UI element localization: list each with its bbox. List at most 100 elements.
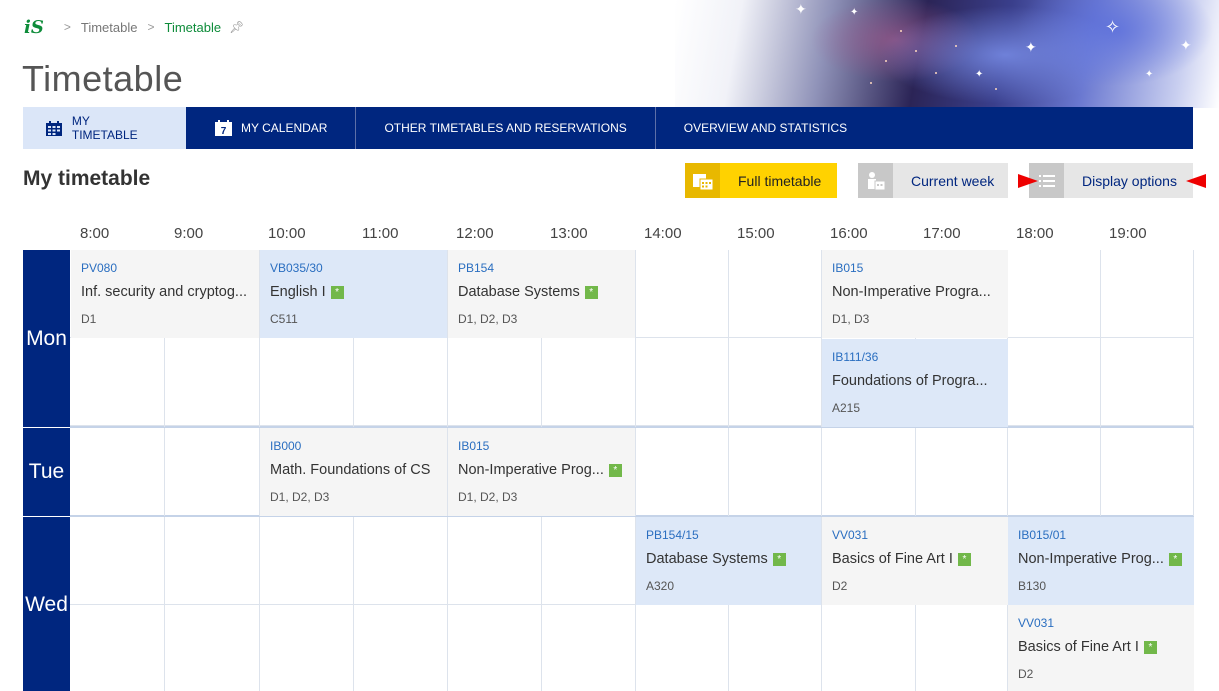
course-code: IB015/01 [1018,528,1067,542]
course-slot[interactable]: VV031 Basics of Fine Art I * D2 [1008,605,1194,691]
course-slot[interactable]: IB111/36 Foundations of Progra... A215 [822,339,1008,427]
chevron-right-icon: > [63,20,71,34]
course-room: D1, D2, D3 [458,312,518,326]
calendar-person-icon [858,163,893,198]
course-code: VV031 [1018,616,1055,630]
course-name: Math. Foundations of CS [270,462,431,478]
display-options-button[interactable]: Display options [1029,163,1193,198]
current-week-button[interactable]: Current week [858,163,1008,198]
svg-text:7: 7 [220,126,226,136]
grid-line [1193,428,1194,516]
course-room: D1 [81,312,97,326]
grid-line [353,517,354,691]
grid-line [164,517,165,691]
star-icon: * [1168,552,1182,566]
button-label: Display options [1082,172,1177,189]
course-room: D2 [832,579,848,593]
star-icon: * [330,285,344,299]
hour-label: 19:00 [1109,225,1147,242]
course-slot[interactable]: PV080 Inf. security and cryptog... D1 [71,250,259,338]
chevron-right-icon: > [147,20,155,34]
course-name: Non-Imperative Prog... [1018,551,1164,567]
tab-other-timetables[interactable]: OTHER TIMETABLES AND RESERVATIONS [356,107,656,149]
star-icon: * [957,552,971,566]
course-room: A320 [646,579,675,593]
grid-line [635,250,636,427]
grid-line [447,517,448,691]
course-slot[interactable]: IB015/01 Non-Imperative Prog... * B130 [1008,517,1194,605]
section-title: My timetable [23,167,151,190]
course-slot[interactable]: VV031 Basics of Fine Art I * D2 [822,517,1008,605]
star-icon: * [608,463,622,477]
hour-label: 8:00 [80,225,110,242]
course-code: VB035/30 [270,261,323,275]
hour-label: 17:00 [923,225,961,242]
course-room: B130 [1018,579,1047,593]
header-banner-image: ✦ ✦ ✦ ✧ ✦ ✦ ✦ [675,0,1219,108]
button-label: Full timetable [738,172,822,189]
course-name: Non-Imperative Progra... [832,284,991,300]
breadcrumb: iS > Timetable > Timetable 📌︎ [24,16,244,38]
pin-icon[interactable]: 📌︎ [229,20,244,34]
hour-label: 11:00 [362,225,399,242]
grid-line [728,250,729,427]
red-arrow-annotation [1186,174,1206,188]
day-label: Wed [23,517,70,691]
hour-label: 9:00 [174,225,204,242]
tab-label: OTHER TIMETABLES AND RESERVATIONS [384,121,627,135]
course-room: D1, D3 [832,312,870,326]
course-slot[interactable]: PB154/15 Database Systems * A320 [636,517,821,605]
tab-overview-statistics[interactable]: OVERVIEW AND STATISTICS [656,107,875,149]
course-slot[interactable]: IB000 Math. Foundations of CS D1, D2, D3 [260,428,447,516]
course-name: Basics of Fine Art I [1018,639,1139,655]
star-icon: * [1143,640,1157,654]
breadcrumb-item-current[interactable]: Timetable [164,20,221,35]
tab-label: OVERVIEW AND STATISTICS [683,121,848,135]
course-room: D1, D2, D3 [458,490,518,504]
grid-line [1100,250,1101,427]
course-code: IB111/36 [832,350,879,364]
red-arrow-annotation [1018,174,1038,188]
star-icon: * [772,552,786,566]
course-room: D2 [1018,667,1034,681]
hour-label: 14:00 [644,225,682,242]
is-logo[interactable]: iS [24,17,44,38]
hour-label: 10:00 [268,225,306,242]
course-code: PB154/15 [646,528,699,542]
course-room: A215 [832,401,861,415]
hour-label: 12:00 [456,225,494,242]
breadcrumb-item-timetable[interactable]: Timetable [81,20,138,35]
grid-line [1007,428,1008,516]
day-label: Mon [23,250,70,427]
tab-my-timetable[interactable]: MY TIMETABLE [23,107,186,149]
day-label: Tue [23,428,70,516]
hour-label: 13:00 [550,225,588,242]
course-room: C511 [270,312,298,326]
grid-line [164,428,165,516]
hour-label: 15:00 [737,225,775,242]
course-name: Database Systems [458,284,580,300]
main-tabs: MY TIMETABLE 7 MY CALENDAR OTHER TIMETAB… [23,107,1193,149]
course-name: Database Systems [646,551,768,567]
tab-label: MY CALENDAR [241,121,328,135]
course-slot[interactable]: VB035/30 English I * C511 [260,250,447,338]
course-name: English I [270,284,326,300]
course-code: IB000 [270,439,302,453]
grid-calendar-icon [45,120,63,136]
grid-line [259,517,260,691]
tab-my-calendar[interactable]: 7 MY CALENDAR [186,107,357,149]
hour-label: 16:00 [830,225,868,242]
grid-line [1100,428,1101,516]
calendar-7-icon: 7 [214,120,232,136]
grid-line [1193,250,1194,427]
grid-line [541,517,542,691]
course-slot[interactable]: IB015 Non-Imperative Prog... * D1, D2, D3 [448,428,635,516]
course-slot[interactable]: PB154 Database Systems * D1, D2, D3 [448,250,635,338]
course-room: D1, D2, D3 [270,490,330,504]
button-label: Current week [911,172,995,189]
full-timetable-button[interactable]: Full timetable [685,163,837,198]
grid-line [728,428,729,516]
course-slot[interactable]: IB015 Non-Imperative Progra... D1, D3 [822,250,1008,338]
course-name: Foundations of Progra... [832,373,988,389]
full-timetable-icon [685,163,720,198]
